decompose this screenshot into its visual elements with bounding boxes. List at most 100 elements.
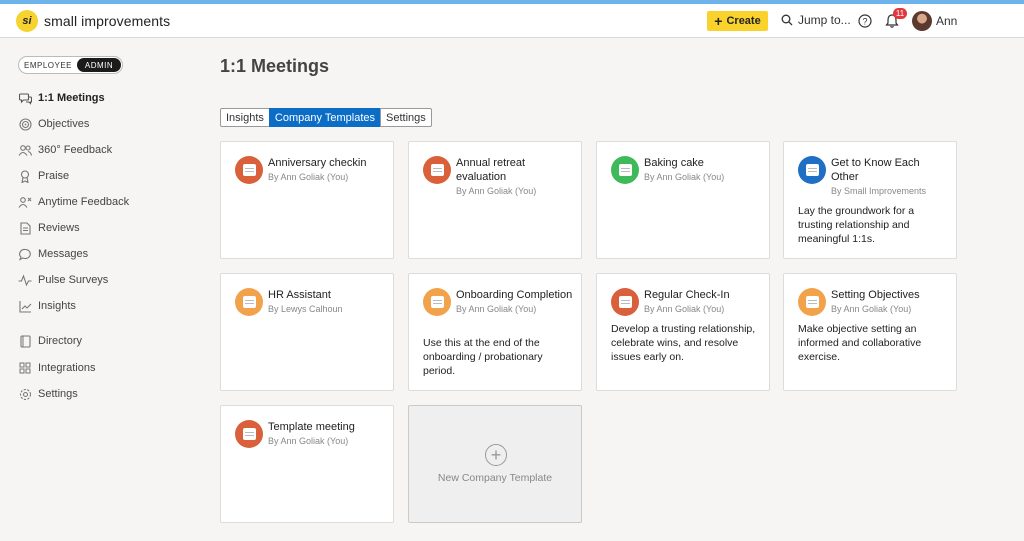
help-icon[interactable]: ?: [858, 14, 872, 28]
people-icon: [18, 143, 32, 157]
create-button[interactable]: + Create: [707, 11, 768, 31]
template-card[interactable]: Regular Check-In By Ann Goliak (You) Dev…: [596, 273, 770, 391]
role-employee-option[interactable]: EMPLOYEE: [19, 61, 77, 70]
sidebar-item-anytime-feedback[interactable]: Anytime Feedback: [18, 192, 129, 212]
search-icon: [781, 14, 793, 26]
sidebar-item-1-1-meetings[interactable]: 1:1 Meetings: [18, 88, 105, 108]
pulse-icon: [18, 273, 32, 287]
template-author: By Ann Goliak (You): [268, 172, 349, 182]
award-icon: [18, 169, 32, 183]
sidebar-item-pulse-surveys[interactable]: Pulse Surveys: [18, 270, 108, 290]
template-author: By Ann Goliak (You): [456, 186, 537, 196]
template-title: Setting Objectives: [831, 289, 920, 301]
new-template-label: New Company Template: [437, 472, 553, 484]
avatar[interactable]: [912, 11, 932, 31]
sidebar-item-reviews[interactable]: Reviews: [18, 218, 80, 238]
calendar-icon: [235, 156, 263, 184]
create-label: Create: [726, 15, 761, 27]
template-card[interactable]: Annual retreat evaluation By Ann Goliak …: [408, 141, 582, 259]
calendar-icon: [798, 288, 826, 316]
sidebar-item-label: Directory: [38, 335, 83, 347]
plus-icon: +: [714, 13, 723, 29]
template-author: By Small Improvements: [831, 186, 927, 196]
template-description: Develop a trusting relationship, celebra…: [611, 323, 756, 363]
calendar-icon: [423, 156, 451, 184]
sidebar-item-label: Messages: [38, 248, 89, 260]
template-card[interactable]: HR Assistant By Lewys Calhoun: [220, 273, 394, 391]
target-icon: [18, 117, 32, 131]
template-title: Regular Check-In: [644, 289, 730, 301]
gear-icon: [18, 387, 32, 401]
sidebar-item-360-feedback[interactable]: 360° Feedback: [18, 140, 112, 160]
calendar-icon: [235, 420, 263, 448]
jump-to-search[interactable]: Jump to...: [781, 13, 851, 27]
calendar-icon: [611, 156, 639, 184]
template-author: By Ann Goliak (You): [456, 304, 537, 314]
template-title: Onboarding Completion: [456, 289, 573, 301]
plus-circle-icon: +: [485, 444, 507, 466]
template-author: By Ann Goliak (You): [644, 172, 725, 182]
document-icon: [18, 221, 32, 235]
role-admin-option[interactable]: ADMIN: [77, 58, 121, 72]
calendar-icon: [611, 288, 639, 316]
template-description: Lay the groundwork for a trusting relati…: [798, 205, 915, 245]
template-card[interactable]: Baking cake By Ann Goliak (You): [596, 141, 770, 259]
sidebar-item-label: 1:1 Meetings: [38, 92, 105, 104]
template-card[interactable]: Setting Objectives By Ann Goliak (You) M…: [783, 273, 957, 391]
chat-bubbles-icon: [18, 91, 32, 105]
template-author: By Ann Goliak (You): [644, 304, 725, 314]
jump-label: Jump to...: [798, 13, 851, 27]
feedback-person-icon: [18, 195, 32, 209]
template-title: Annual retreat evaluation: [456, 157, 526, 183]
sidebar-item-praise[interactable]: Praise: [18, 166, 69, 186]
sidebar-item-insights[interactable]: Insights: [18, 296, 76, 316]
tab-company-templates[interactable]: Company Templates: [268, 108, 381, 127]
calendar-icon: [798, 156, 826, 184]
template-description: Use this at the end of the onboarding / …: [423, 337, 543, 377]
sidebar-item-label: Reviews: [38, 222, 80, 234]
template-title: Get to Know Each Other: [831, 157, 920, 183]
sidebar-item-label: Objectives: [38, 118, 90, 130]
template-card[interactable]: Onboarding Completion By Ann Goliak (You…: [408, 273, 582, 391]
template-card[interactable]: Template meeting By Ann Goliak (You): [220, 405, 394, 523]
template-author: By Lewys Calhoun: [268, 304, 343, 314]
message-icon: [18, 247, 32, 261]
tab-settings[interactable]: Settings: [380, 108, 432, 127]
chart-icon: [18, 299, 32, 313]
grid-icon: [18, 361, 32, 375]
sidebar-item-label: Insights: [38, 300, 76, 312]
sidebar-item-integrations[interactable]: Integrations: [18, 358, 95, 378]
top-bar: si small improvements + Create Jump to..…: [0, 4, 1024, 38]
notification-badge: 11: [893, 8, 907, 19]
new-company-template-button[interactable]: + New Company Template: [408, 405, 582, 523]
template-title: Baking cake: [644, 157, 704, 169]
calendar-icon: [423, 288, 451, 316]
template-card[interactable]: Anniversary checkin By Ann Goliak (You): [220, 141, 394, 259]
sidebar-item-label: 360° Feedback: [38, 144, 113, 156]
sidebar-item-label: Pulse Surveys: [38, 274, 109, 286]
page-title: 1:1 Meetings: [220, 56, 330, 76]
sidebar-item-label: Settings: [38, 388, 78, 400]
template-author: By Ann Goliak (You): [831, 304, 912, 314]
logo[interactable]: si small improvements: [16, 10, 170, 32]
book-icon: [18, 334, 32, 348]
sidebar-item-label: Integrations: [38, 362, 96, 374]
sidebar-item-messages[interactable]: Messages: [18, 244, 88, 264]
template-title: Anniversary checkin: [268, 157, 367, 169]
template-author: By Ann Goliak (You): [268, 436, 349, 446]
svg-text:?: ?: [862, 17, 867, 27]
tab-bar: Insights Company Templates Settings: [220, 108, 432, 127]
logo-mark-icon: si: [16, 10, 38, 32]
sidebar-item-label: Anytime Feedback: [38, 196, 130, 208]
app-name: small improvements: [44, 13, 171, 29]
sidebar-item-settings[interactable]: Settings: [18, 384, 78, 404]
template-card[interactable]: Get to Know Each Other By Small Improvem…: [783, 141, 957, 259]
sidebar-item-label: Praise: [38, 170, 70, 182]
tab-insights[interactable]: Insights: [220, 108, 270, 127]
template-title: HR Assistant: [268, 289, 331, 301]
sidebar-item-objectives[interactable]: Objectives: [18, 114, 89, 134]
sidebar-item-directory[interactable]: Directory: [18, 331, 82, 351]
user-name[interactable]: Ann: [936, 14, 957, 28]
role-toggle[interactable]: EMPLOYEE ADMIN: [18, 56, 123, 74]
template-description: Make objective setting an informed and c…: [798, 323, 922, 363]
